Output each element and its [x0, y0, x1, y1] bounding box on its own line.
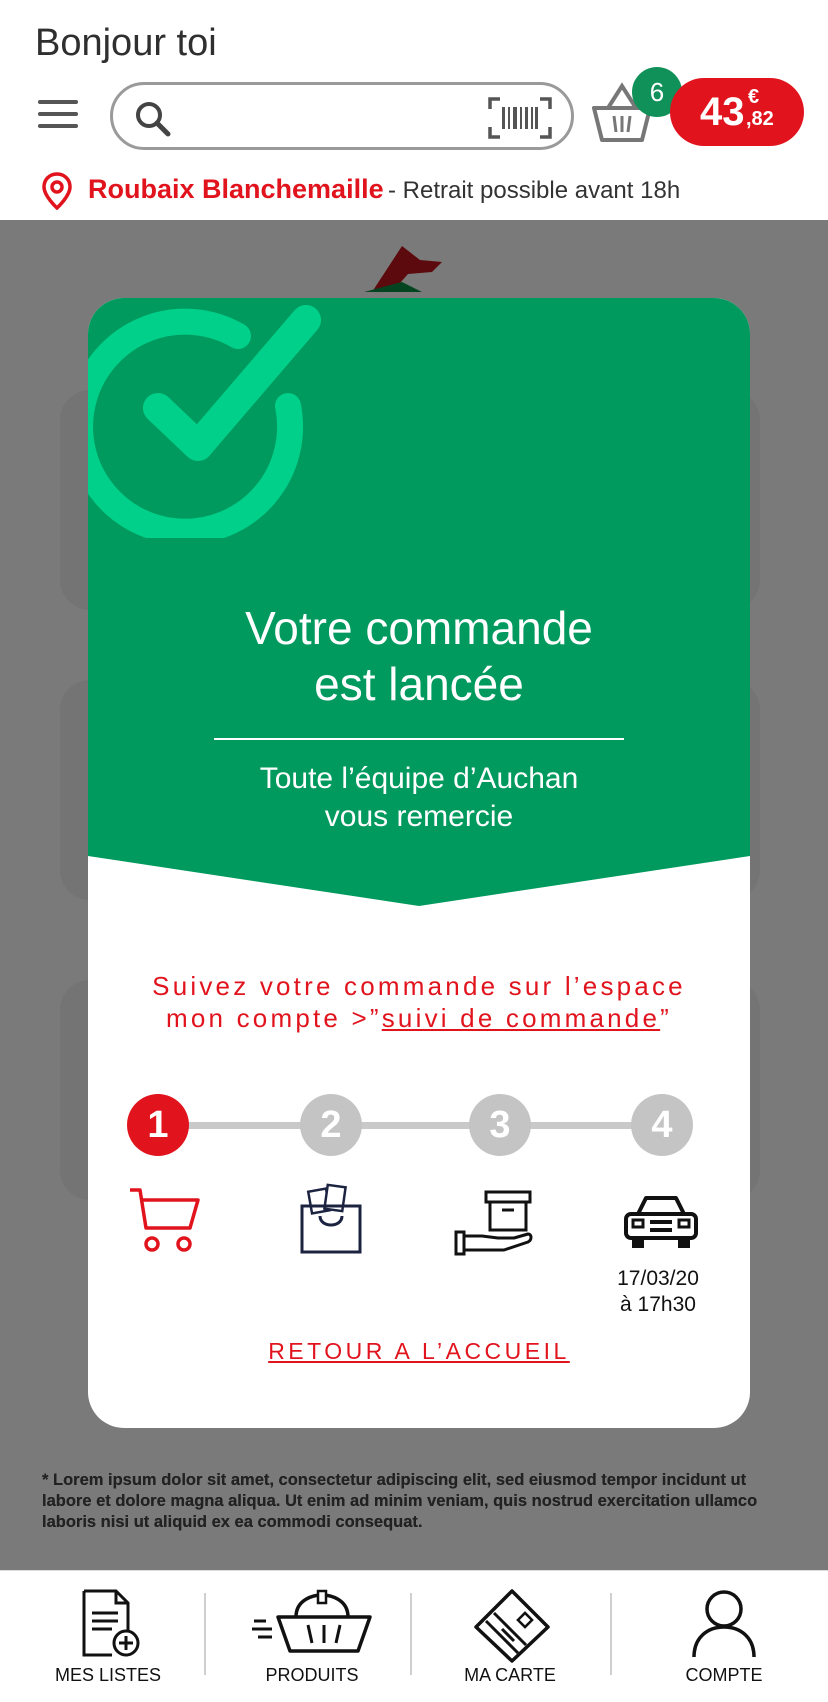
price-decimals: ,82: [746, 108, 774, 130]
modal-header: Votre commande est lancée Toute l’équipe…: [88, 298, 750, 908]
box-handover-icon: [454, 1190, 533, 1256]
nav-separator: [204, 1593, 206, 1675]
nav-label-account: COMPTE: [685, 1665, 763, 1685]
nav-label-lists: MES LISTES: [54, 1665, 162, 1685]
cart-icon: [130, 1188, 200, 1252]
pickup-info: - Retrait possible avant 18h: [388, 177, 681, 204]
search-bar[interactable]: [110, 82, 574, 150]
price-integer: 43: [700, 90, 745, 134]
basket-products-icon: [252, 1589, 372, 1653]
location-pin-icon: [42, 172, 72, 210]
greeting-title: Bonjour toi: [35, 22, 217, 64]
search-input[interactable]: [183, 95, 483, 137]
back-to-home-link[interactable]: RETOUR A L’ACCUEIL: [88, 1338, 750, 1365]
app-header: Bonjour toi 6 43 € ,82 Roubaix Blanchema…: [0, 0, 828, 220]
modal-subtitle-line2: vous remercie: [324, 800, 514, 833]
order-confirmation-modal: Votre commande est lancée Toute l’équipe…: [88, 298, 750, 1428]
user-account-icon: [692, 1590, 756, 1658]
barcode-scan-icon[interactable]: [488, 97, 552, 139]
nav-separator: [410, 1593, 412, 1675]
pickup-time: à 17h30: [620, 1293, 696, 1316]
modal-subtitle: Toute l’équipe d’Auchan vous remercie: [88, 760, 750, 836]
step-3-indicator: 3: [469, 1094, 531, 1156]
loyalty-card-icon: [474, 1589, 550, 1663]
cart-total-button[interactable]: 43 € ,82: [670, 78, 804, 146]
store-location-bar[interactable]: Roubaix Blanchemaille - Retrait possible…: [0, 168, 828, 220]
nav-item-account[interactable]: COMPTE: [640, 1571, 808, 1702]
step-4-indicator: 4: [631, 1094, 693, 1156]
store-name: Roubaix Blanchemaille: [88, 174, 384, 204]
pickup-date: 17/03/20: [617, 1267, 699, 1290]
step-1-indicator: 1: [127, 1094, 189, 1156]
legal-footnote-dimmed: * Lorem ipsum dolor sit amet, consectetu…: [42, 1471, 758, 1531]
nav-item-card[interactable]: MA CARTE: [430, 1571, 590, 1702]
tracking-suffix: ”: [660, 1003, 672, 1033]
order-tracking-link[interactable]: suivi de commande: [382, 1003, 660, 1033]
nav-label-products: PRODUITS: [265, 1665, 359, 1685]
nav-item-products[interactable]: PRODUITS: [230, 1571, 394, 1702]
check-circle-icon: [88, 305, 321, 538]
modal-title-line2: est lancée: [314, 658, 524, 710]
car-icon: [624, 1196, 698, 1248]
shopping-bag-icon: [300, 1183, 362, 1254]
order-tracking-text: Suivez votre commande sur l’espace mon c…: [118, 970, 720, 1034]
nav-item-lists[interactable]: MES LISTES: [20, 1571, 196, 1702]
modal-title-line1: Votre commande: [245, 602, 593, 654]
step-2-indicator: 2: [300, 1094, 362, 1156]
list-add-icon: [82, 1589, 140, 1657]
title-divider: [214, 738, 624, 740]
modal-subtitle-line1: Toute l’équipe d’Auchan: [259, 762, 579, 795]
modal-title: Votre commande est lancée: [88, 600, 750, 712]
price-currency: €: [748, 86, 760, 108]
hamburger-menu-icon[interactable]: [38, 100, 78, 132]
progress-line: [178, 1122, 658, 1129]
pickup-datetime: 17/03/20 à 17h30: [598, 1266, 718, 1318]
nav-separator: [610, 1593, 612, 1675]
search-icon[interactable]: [133, 99, 173, 139]
nav-label-card: MA CARTE: [464, 1665, 556, 1685]
bottom-navigation: MES LISTES PRODUITS MA CARTE COMPTE: [0, 1570, 828, 1702]
